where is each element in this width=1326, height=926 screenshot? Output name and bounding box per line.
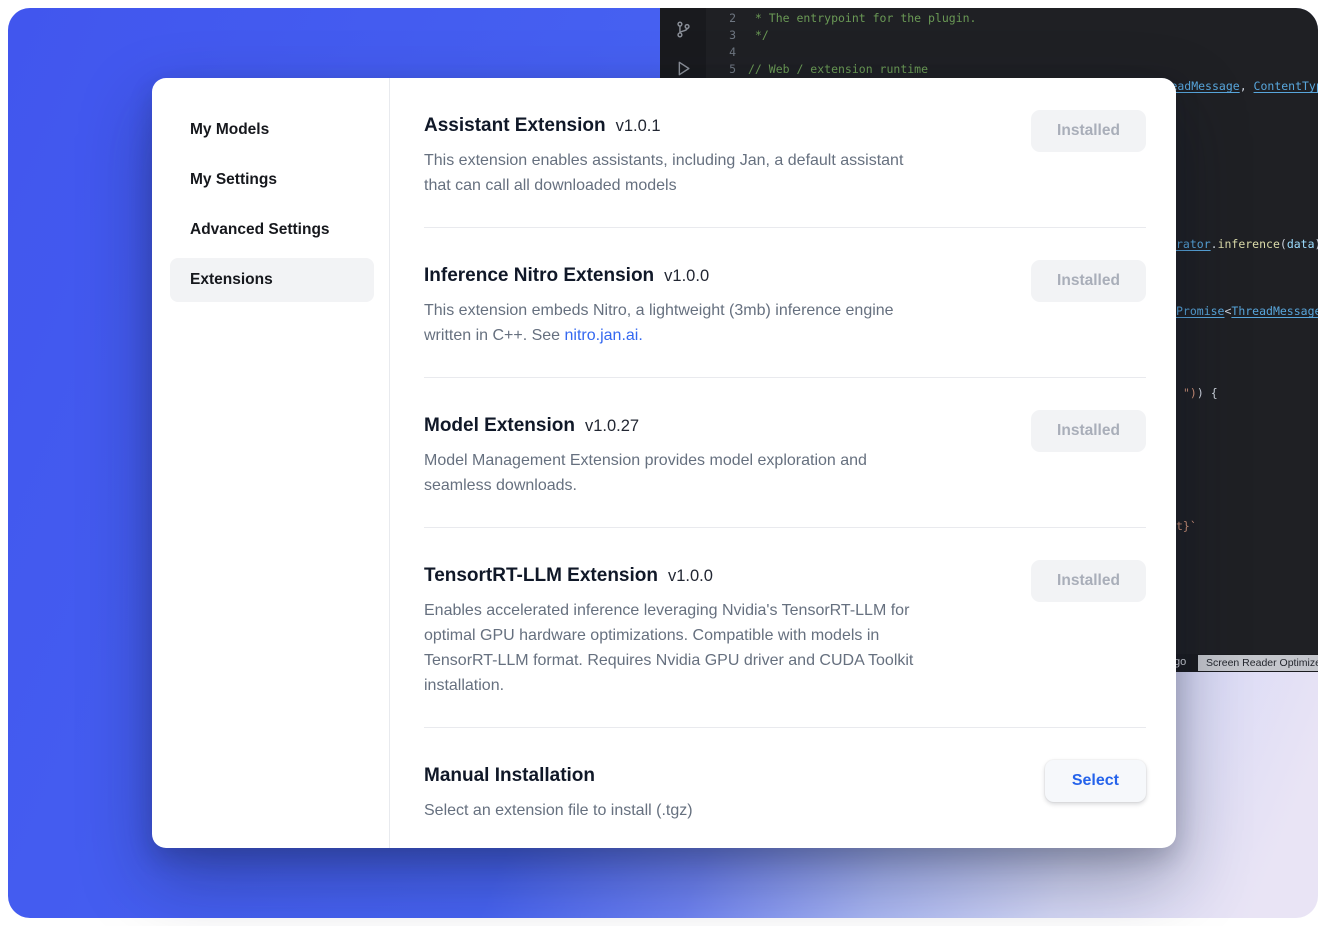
code-token: ,	[1240, 79, 1254, 93]
extension-row-tensorrt: TensortRT-LLM Extension v1.0.0 Enables ac…	[424, 528, 1146, 728]
settings-modal: My Models My Settings Advanced Settings …	[152, 78, 1176, 848]
code-token: ThreadMessage	[1231, 304, 1318, 318]
extension-description: This extension enables assistants, inclu…	[424, 148, 903, 198]
description-line: Enables accelerated inference leveraging…	[424, 598, 913, 623]
line-number: 2	[706, 10, 736, 27]
description-line: Select an extension file to install (.tg…	[424, 798, 693, 823]
extension-version: v1.0.1	[616, 117, 661, 135]
code-token: ContentType	[1254, 79, 1318, 93]
sidebar-item-label: Advanced Settings	[190, 221, 330, 239]
code-fragment: Promise<ThreadMessage>	[1176, 303, 1318, 319]
extension-description: This extension embeds Nitro, a lightweig…	[424, 298, 894, 348]
extension-info: TensortRT-LLM Extension v1.0.0 Enables ac…	[424, 563, 913, 698]
description-line: Model Management Extension provides mode…	[424, 448, 867, 473]
extension-version: v1.0.0	[664, 267, 709, 285]
line-number: 4	[706, 44, 736, 61]
extension-info: Model Extension v1.0.27 Model Management …	[424, 413, 867, 498]
code-token: rator	[1176, 237, 1211, 251]
sidebar-item-my-settings[interactable]: My Settings	[170, 158, 374, 202]
code-token: Promise	[1176, 304, 1224, 318]
manual-installation-title: Manual Installation	[424, 763, 693, 789]
code-line: 3 */	[706, 27, 1318, 44]
sidebar-item-my-models[interactable]: My Models	[170, 108, 374, 152]
description-line: This extension embeds Nitro, a lightweig…	[424, 298, 894, 323]
description-text: written in C++. See	[424, 327, 565, 344]
sidebar-item-label: My Settings	[190, 171, 277, 189]
select-file-button[interactable]: Select	[1045, 760, 1146, 802]
code-text: */	[736, 27, 769, 44]
description-line: This extension enables assistants, inclu…	[424, 148, 903, 173]
run-debug-icon[interactable]	[674, 59, 693, 78]
code-text: // Web / extension runtime	[736, 61, 928, 78]
installed-button[interactable]: Installed	[1031, 110, 1146, 152]
manual-installation-description: Select an extension file to install (.tg…	[424, 798, 693, 823]
installed-button[interactable]: Installed	[1031, 560, 1146, 602]
code-token: inference	[1218, 237, 1280, 251]
code-token: .	[1211, 237, 1218, 251]
code-fragment: t}`	[1176, 518, 1197, 534]
extension-row-assistant: Assistant Extension v1.0.1 This extension…	[424, 78, 1146, 228]
extension-description: Model Management Extension provides mode…	[424, 448, 867, 498]
extension-name: Assistant Extension	[424, 115, 606, 136]
screenshot-canvas: 2 * The entrypoint for the plugin. 3 */ …	[0, 0, 1326, 926]
sidebar-item-label: My Models	[190, 121, 269, 139]
screen-reader-badge[interactable]: Screen Reader Optimize	[1198, 655, 1318, 671]
source-control-icon[interactable]	[674, 20, 693, 39]
description-line: that can call all downloaded models	[424, 173, 903, 198]
code-text	[736, 44, 748, 61]
installed-button[interactable]: Installed	[1031, 260, 1146, 302]
extension-title: Inference Nitro Extension v1.0.0	[424, 263, 894, 289]
code-token: ")	[1183, 386, 1197, 400]
description-line: TensorRT-LLM format. Requires Nvidia GPU…	[424, 648, 913, 673]
manual-installation-row: Manual Installation Select an extension …	[424, 728, 1146, 848]
description-line: seamless downloads.	[424, 473, 867, 498]
description-line: written in C++. See nitro.jan.ai.	[424, 323, 894, 348]
code-line: 2 * The entrypoint for the plugin.	[706, 10, 1318, 27]
code-token: ));	[1315, 237, 1318, 251]
nitro-jan-ai-link[interactable]: nitro.jan.ai.	[565, 327, 643, 344]
installed-button[interactable]: Installed	[1031, 410, 1146, 452]
code-line: 5 // Web / extension runtime	[706, 61, 1318, 78]
extension-info: Inference Nitro Extension v1.0.0 This ext…	[424, 263, 894, 348]
extension-name: Inference Nitro Extension	[424, 265, 654, 286]
code-token: (	[1280, 237, 1287, 251]
code-token: ) {	[1197, 386, 1218, 400]
code-fragment: ")) {	[1183, 385, 1218, 401]
extension-version: v1.0.27	[585, 417, 639, 435]
extension-title: TensortRT-LLM Extension v1.0.0	[424, 563, 913, 589]
extensions-panel: Assistant Extension v1.0.1 This extension…	[390, 78, 1176, 848]
extension-name: TensortRT-LLM Extension	[424, 565, 658, 586]
line-number: 5	[706, 61, 736, 78]
extension-info: Assistant Extension v1.0.1 This extension…	[424, 113, 903, 198]
code-fragment: rator.inference(data));	[1176, 236, 1318, 252]
code-text: * The entrypoint for the plugin.	[736, 10, 976, 27]
description-line: optimal GPU hardware optimizations. Comp…	[424, 623, 913, 648]
extension-description: Enables accelerated inference leveraging…	[424, 598, 913, 698]
sidebar-item-label: Extensions	[190, 271, 273, 289]
extension-info: Manual Installation Select an extension …	[424, 763, 693, 823]
extension-row-model: Model Extension v1.0.27 Model Management …	[424, 378, 1146, 528]
description-line: installation.	[424, 673, 913, 698]
line-number: 3	[706, 27, 736, 44]
extension-title: Model Extension v1.0.27	[424, 413, 867, 439]
sidebar-item-extensions[interactable]: Extensions	[170, 258, 374, 302]
code-token: data	[1287, 237, 1315, 251]
extension-title: Assistant Extension v1.0.1	[424, 113, 903, 139]
extension-version: v1.0.0	[668, 567, 713, 585]
settings-sidebar: My Models My Settings Advanced Settings …	[152, 78, 390, 848]
extension-name: Model Extension	[424, 415, 575, 436]
sidebar-item-advanced-settings[interactable]: Advanced Settings	[170, 208, 374, 252]
extension-row-nitro: Inference Nitro Extension v1.0.0 This ext…	[424, 228, 1146, 378]
code-line: 4	[706, 44, 1318, 61]
